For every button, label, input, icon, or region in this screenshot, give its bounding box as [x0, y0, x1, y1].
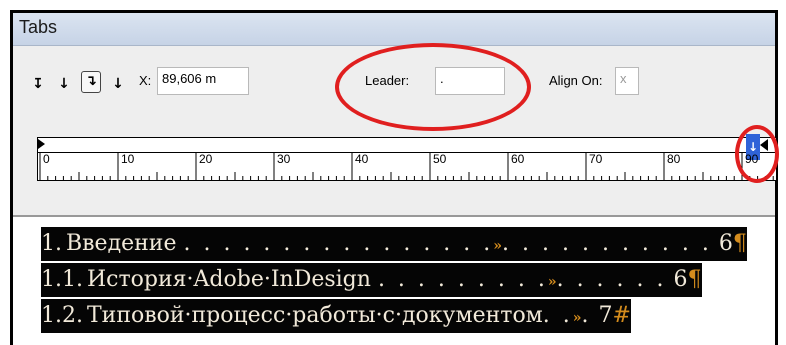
- align-on-label: Align On:: [549, 73, 603, 88]
- right-justified-tab-icon[interactable]: ↴: [81, 71, 101, 93]
- ruler-label: 10: [121, 152, 135, 166]
- toc-page-number: 6: [673, 267, 688, 292]
- ruler-label: 80: [667, 152, 681, 166]
- ruler-label: 40: [355, 152, 369, 166]
- tab-ruler[interactable]: ↓ 0 10 20 30 40 50 60 70 80 90: [37, 134, 777, 181]
- toc-number: 1.1.: [41, 267, 83, 292]
- left-justified-tab-icon[interactable]: ↧: [29, 75, 47, 93]
- tab-character-mark: »: [547, 274, 557, 290]
- leader-input[interactable]: .: [435, 67, 505, 95]
- decimal-tab-icon[interactable]: ↓: [109, 75, 127, 93]
- right-indent-marker[interactable]: [760, 139, 768, 151]
- toc-title: Введение: [66, 231, 177, 256]
- document-area[interactable]: 1. Введение . . . . . . . . . . . . . . .…: [13, 215, 775, 345]
- ruler-label: 20: [199, 152, 213, 166]
- panel-title: Tabs: [19, 17, 58, 37]
- toc-title: Типовой·процесс·работы·с·документом: [86, 303, 543, 328]
- toc-leader: . .: [542, 303, 573, 328]
- ruler-label: 30: [277, 152, 291, 166]
- toc-page-number: 6: [718, 231, 733, 256]
- tabs-panel: Tabs ↧ ↓ ↴ ↓ X: 89,606 m Leader: . Align…: [13, 13, 777, 215]
- toc-number: 1.: [41, 231, 62, 256]
- leader-label: Leader:: [365, 73, 410, 88]
- left-indent-marker[interactable]: [38, 139, 45, 149]
- toc-leader: . . . . . . . . . . . . . . . .: [183, 231, 494, 256]
- paragraph-mark: ¶: [687, 267, 702, 292]
- title-bar[interactable]: Tabs: [13, 13, 775, 46]
- ruler-label: 90: [745, 152, 759, 166]
- ruler-label: 60: [511, 152, 525, 166]
- paragraph-mark: ¶: [732, 231, 747, 256]
- tab-character-mark: »: [493, 238, 503, 254]
- tabs-window: Tabs ↧ ↓ ↴ ↓ X: 89,606 m Leader: . Align…: [10, 10, 779, 345]
- x-label: X:: [139, 73, 152, 88]
- hash-mark: #: [612, 303, 631, 328]
- ruler-scale: 0 10 20 30 40 50 60 70 80 90: [38, 152, 776, 180]
- toc-leader: . . . . . .: [556, 267, 667, 292]
- toc-leader: . . . . . . . . .: [377, 267, 548, 292]
- toc-line[interactable]: 1.1. История·Adobe·InDesign . . . . . . .…: [41, 263, 702, 297]
- ruler-label: 50: [433, 152, 447, 166]
- toc-page-number: 7: [598, 303, 613, 328]
- ruler-ticks: 0 10 20 30 40 50 60 70 80 90: [39, 152, 774, 180]
- toc-leader: .: [581, 303, 592, 328]
- toc-line[interactable]: 1.2. Типовой·процесс·работы·с·документом.…: [41, 299, 631, 333]
- toc-title: История·Adobe·InDesign: [86, 267, 371, 292]
- toc-leader: . . . . . . . . . . .: [502, 231, 712, 256]
- ruler-tab-strip[interactable]: ↓: [38, 134, 776, 160]
- ruler-label: 0: [43, 152, 50, 166]
- ruler-label: 70: [589, 152, 603, 166]
- toc-line[interactable]: 1. Введение . . . . . . . . . . . . . . .…: [41, 227, 747, 261]
- align-on-input[interactable]: x: [615, 67, 639, 95]
- tab-character-mark: »: [572, 310, 582, 326]
- x-position-input[interactable]: 89,606 m: [157, 67, 249, 95]
- center-justified-tab-icon[interactable]: ↓: [55, 75, 73, 93]
- toc-number: 1.2.: [41, 303, 83, 328]
